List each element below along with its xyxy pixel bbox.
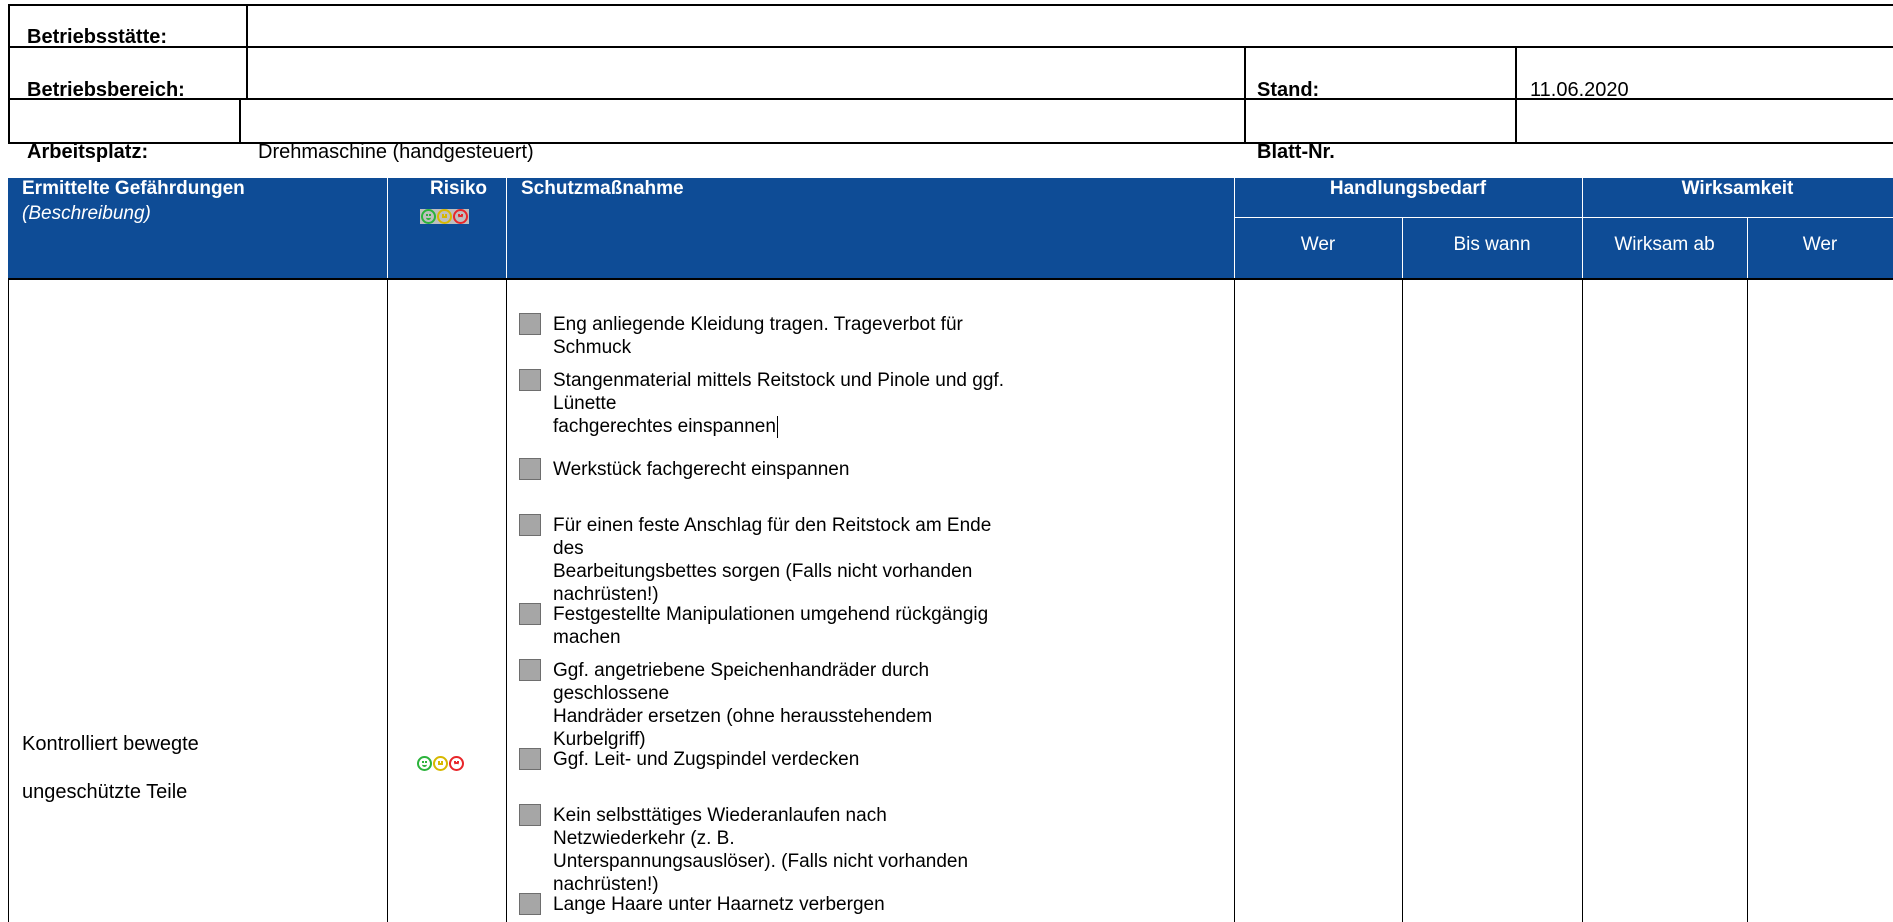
massnahme-text: Für einen feste Anschlag für den Reitsto… [553, 515, 992, 605]
betriebsbereich-value[interactable] [258, 79, 1228, 101]
gefaehrdung-text: Kontrolliert bewegte ungeschützte Teile [22, 720, 199, 816]
gefaehrdung-line-2: ungeschützte Teile [22, 781, 188, 803]
massnahme-item[interactable]: Festgestellte Manipulationen umgehend rü… [519, 603, 1019, 649]
cell-bis-wann[interactable] [1403, 280, 1581, 922]
massnahme-text: Eng anliegende Kleidung tragen. Tragever… [553, 314, 963, 358]
header-wer-2: Wer [1802, 234, 1838, 255]
massnahme-item[interactable]: Werkstück fachgerecht einspannen [519, 458, 1019, 481]
header-bis-wann: Bis wann [1453, 234, 1531, 255]
header-wirksam-ab: Wirksam ab [1614, 234, 1715, 255]
massnahme-checkbox[interactable] [519, 659, 541, 681]
header-risiko: Risiko [430, 178, 488, 199]
massnahme-checkbox[interactable] [519, 893, 541, 915]
arbeitsplatz-value[interactable]: Drehmaschine (handgesteuert) [258, 141, 534, 163]
massnahme-text: Ggf. angetriebene Speichenhandräder durc… [553, 660, 933, 750]
risk-rating-icon[interactable] [417, 756, 464, 771]
massnahme-text: Festgestellte Manipulationen umgehend rü… [553, 604, 989, 648]
smiley-sad-red-icon[interactable] [449, 756, 464, 771]
header-wer: Wer [1300, 234, 1336, 255]
smiley-neutral-yellow-icon[interactable] [433, 756, 448, 771]
massnahme-checkbox[interactable] [519, 458, 541, 480]
smiley-green-icon[interactable] [417, 756, 432, 771]
smiley-sad-red-icon [453, 209, 468, 224]
blatt-nr-value[interactable] [1530, 141, 1880, 163]
massnahme-item[interactable]: Ggf. angetriebene Speichenhandräder durc… [519, 659, 1019, 751]
betriebsbereich-label: Betriebsbereich: [27, 79, 185, 101]
cell-wirksam-ab[interactable] [1583, 280, 1746, 922]
cell-wer[interactable] [1235, 280, 1401, 922]
massnahme-text: Ggf. Leit- und Zugspindel verdecken [553, 749, 860, 770]
header-gefaehrdungen: Ermittelte Gefährdungen [22, 178, 245, 199]
stand-label: Stand: [1257, 79, 1320, 101]
header-handlungsbedarf: Handlungsbedarf [1329, 178, 1487, 199]
massnahme-item[interactable]: Stangenmaterial mittels Reitstock und Pi… [519, 369, 1019, 438]
massnahme-checkbox[interactable] [519, 748, 541, 770]
massnahme-item[interactable]: Lange Haare unter Haarnetz verbergen [519, 893, 1019, 916]
massnahme-text: Werkstück fachgerecht einspannen [553, 459, 850, 480]
blatt-nr-label: Blatt-Nr. [1257, 141, 1335, 163]
massnahme-text: Stangenmaterial mittels Reitstock und Pi… [553, 370, 1004, 438]
header-wirksamkeit: Wirksamkeit [1681, 178, 1794, 199]
massnahme-checkbox[interactable] [519, 514, 541, 536]
massnahme-item[interactable]: Kein selbsttätiges Wiederanlaufen nach N… [519, 804, 1019, 896]
header-schutzmassnahme: Schutzmaßnahme [521, 178, 684, 199]
massnahme-checkbox[interactable] [519, 313, 541, 335]
massnahme-checkbox[interactable] [519, 603, 541, 625]
risk-scale-header-icon [420, 209, 469, 224]
header-beschreibung: (Beschreibung) [22, 203, 151, 224]
betriebsstaette-value[interactable] [258, 26, 1878, 48]
cell-wer-2[interactable] [1748, 280, 1893, 922]
massnahme-checkbox[interactable] [519, 369, 541, 391]
massnahme-item[interactable]: Eng anliegende Kleidung tragen. Tragever… [519, 313, 1019, 359]
massnahme-text: Lange Haare unter Haarnetz verbergen [553, 894, 885, 915]
massnahme-item[interactable]: Für einen feste Anschlag für den Reitsto… [519, 514, 1019, 606]
smiley-neutral-yellow-icon [437, 209, 452, 224]
massnahme-item[interactable]: Ggf. Leit- und Zugspindel verdecken [519, 748, 1019, 771]
arbeitsplatz-label: Arbeitsplatz: [27, 141, 149, 163]
stand-value[interactable]: 11.06.2020 [1530, 79, 1629, 101]
smiley-green-icon [421, 209, 436, 224]
text-cursor [776, 415, 778, 438]
betriebsstaette-label: Betriebsstätte: [27, 26, 168, 48]
massnahme-checkbox[interactable] [519, 804, 541, 826]
massnahme-text: Kein selbsttätiges Wiederanlaufen nach N… [553, 805, 969, 895]
gefaehrdung-line-1: Kontrolliert bewegte [22, 733, 199, 755]
